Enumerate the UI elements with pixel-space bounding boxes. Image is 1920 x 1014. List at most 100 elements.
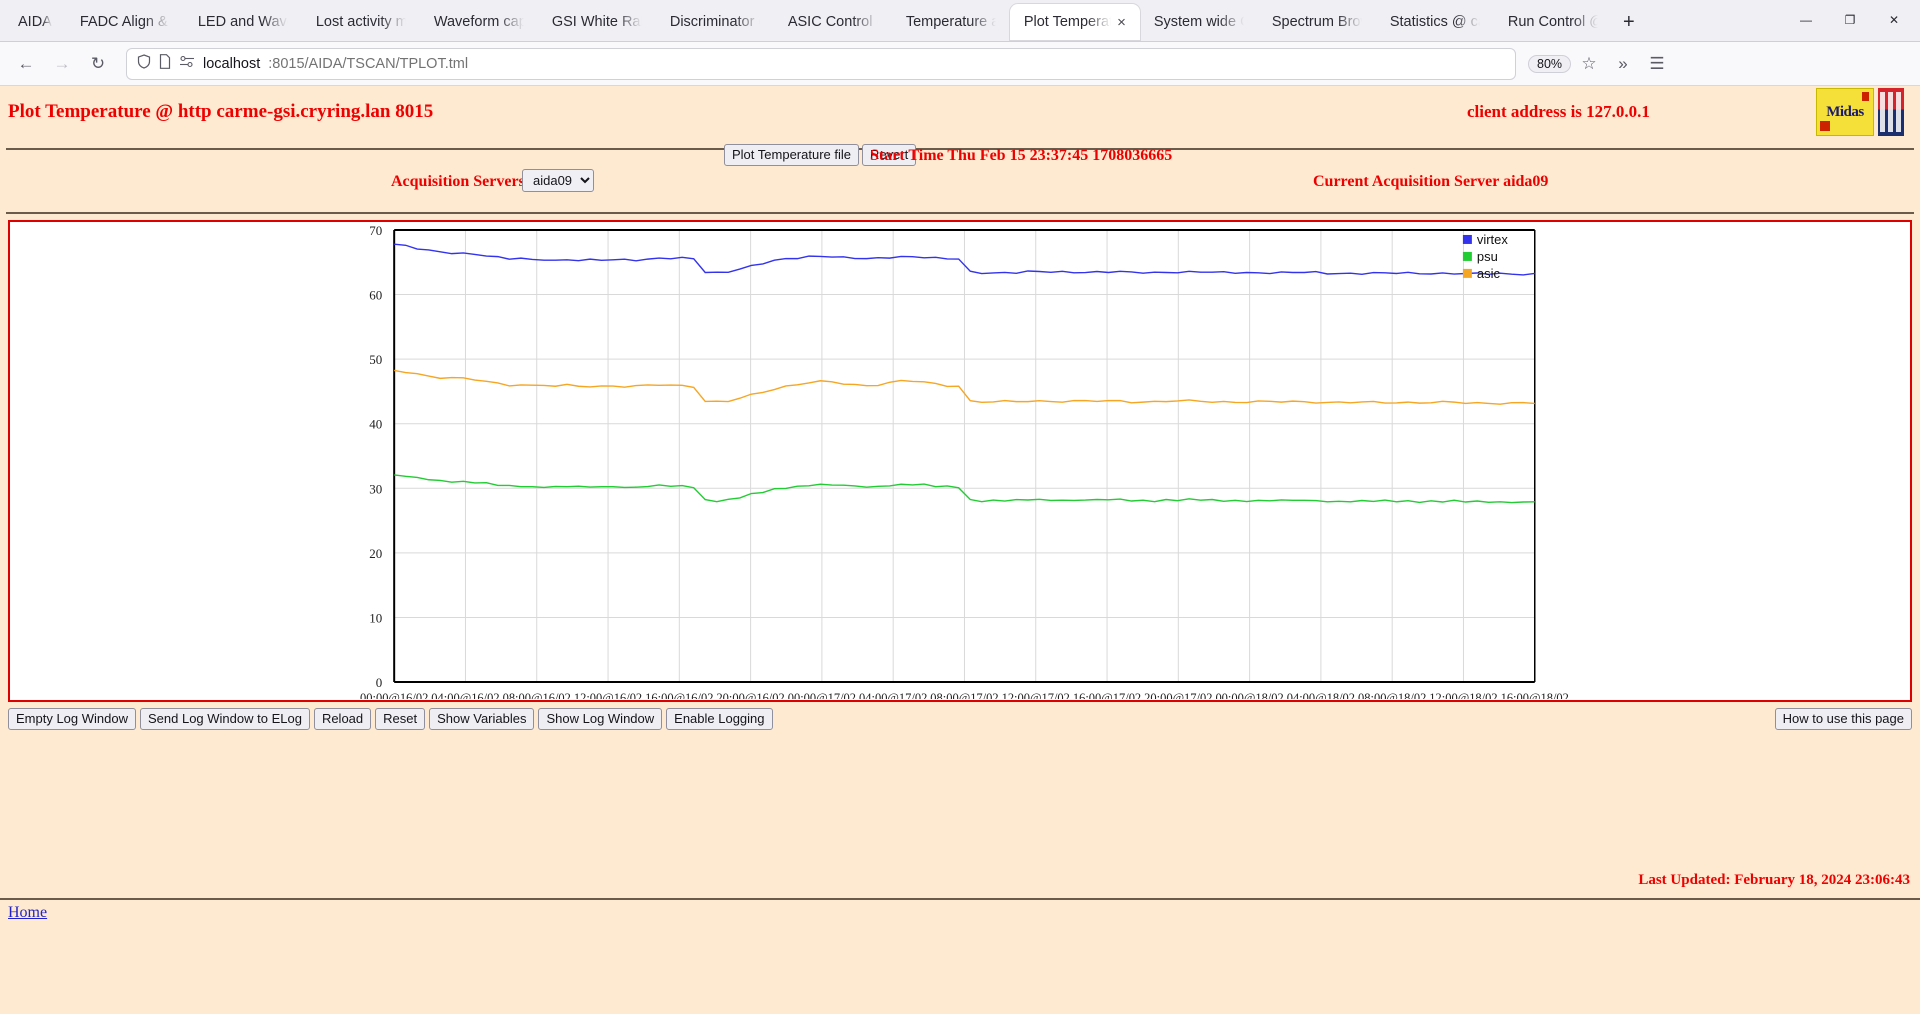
tab-label: ASIC Control @ [788,14,878,30]
x-axis-tick-label: 00:00@18/02 [1215,691,1283,699]
tab-label: Waveform captu [434,14,524,30]
home-link[interactable]: Home [8,904,47,922]
back-icon[interactable]: ← [10,48,42,80]
bookmark-star-icon[interactable]: ☆ [1573,48,1605,80]
current-acquisition-server-label: Current Acquisition Server aida09 [1313,173,1548,191]
midas-logo: Midas [1816,88,1874,136]
footer-divider [0,898,1920,900]
show-variables-button[interactable]: Show Variables [429,708,534,730]
plot-temperature-file-button[interactable]: Plot Temperature file [724,144,859,166]
app-menu-icon[interactable]: ☰ [1641,48,1673,80]
tab-label: System wide Ch [1154,14,1244,30]
last-updated-label: Last Updated: February 18, 2024 23:06:43 [1638,872,1910,889]
url-path: :8015/AIDA/TSCAN/TPLOT.tml [268,56,468,72]
temperature-plot-container: 01020304050607000:00@16/0204:00@16/0208:… [8,220,1912,702]
x-axis-tick-label: 04:00@18/02 [1287,691,1355,699]
browser-tab-active[interactable]: Plot Temperat × [1010,4,1140,40]
help-button-wrap: How to use this page [1775,708,1912,730]
logo-group: Midas [1816,88,1904,136]
reset-button[interactable]: Reset [375,708,425,730]
tab-label: Lost activity mo [316,14,406,30]
reload-button[interactable]: Reload [314,708,371,730]
how-to-use-this-page-button[interactable]: How to use this page [1775,708,1912,730]
y-axis-tick-label: 50 [369,352,382,367]
tab-label: GSI White Rabb [552,14,642,30]
x-axis-tick-label: 04:00@17/02 [859,691,927,699]
browser-tab[interactable]: Statistics @ car [1376,4,1494,40]
acquisition-server-select[interactable]: aida09 [522,169,594,192]
maximize-button[interactable]: ❐ [1828,3,1872,37]
permissions-icon[interactable] [179,55,195,72]
close-tab-icon[interactable]: × [1117,15,1126,30]
controls-row: Plot Temperature file Revert Start Time … [0,150,1920,212]
controls-divider [6,212,1914,214]
minimize-button[interactable]: — [1784,3,1828,37]
midas-logo-text: Midas [1826,104,1864,121]
y-axis-tick-label: 40 [369,417,382,432]
new-tab-button[interactable]: + [1612,5,1646,39]
x-axis-tick-label: 08:00@17/02 [930,691,998,699]
url-host: localhost [203,56,260,72]
browser-tab[interactable]: Waveform captu [420,4,538,40]
gsi-logo-bar-3 [1896,92,1901,132]
browser-tab[interactable]: System wide Ch [1140,4,1258,40]
x-axis-tick-label: 16:00@16/02 [645,691,713,699]
tab-label: Discriminator co [670,14,760,30]
x-axis-tick-label: 16:00@18/02 [1501,691,1569,699]
gsi-logo-bar-1 [1880,92,1885,132]
window-controls: — ❐ ✕ [1784,0,1920,41]
x-axis-tick-label: 16:00@17/02 [1073,691,1141,699]
x-axis-tick-label: 12:00@17/02 [1002,691,1070,699]
legend-label: psu [1477,249,1498,264]
browser-tab[interactable]: Spectrum Brow [1258,4,1376,40]
x-axis-tick-label: 20:00@17/02 [1144,691,1212,699]
tab-label: Statistics @ car [1390,14,1480,30]
browser-tab[interactable]: Discriminator co [656,4,774,40]
browser-tab[interactable]: Lost activity mo [302,4,420,40]
tab-label: FADC Align & C [80,14,170,30]
y-axis-tick-label: 60 [369,288,382,303]
show-log-window-button[interactable]: Show Log Window [538,708,662,730]
tab-label: Plot Temperat [1024,14,1111,30]
empty-log-window-button[interactable]: Empty Log Window [8,708,136,730]
toolbar-right: 80% ☆ » ☰ [1528,48,1673,80]
browser-tab[interactable]: AIDA [0,4,66,40]
client-address-label: client address is 127.0.0.1 [1467,102,1650,122]
tab-label: Spectrum Brow [1272,14,1362,30]
enable-logging-button[interactable]: Enable Logging [666,708,772,730]
browser-tab[interactable]: ASIC Control @ [774,4,892,40]
forward-icon[interactable]: → [46,48,78,80]
browser-tab[interactable]: LED and Wavef [184,4,302,40]
browser-tab[interactable]: FADC Align & C [66,4,184,40]
x-axis-tick-label: 20:00@16/02 [716,691,784,699]
acquisition-servers-label: Acquisition Servers [391,173,525,191]
browser-tab[interactable]: GSI White Rabb [538,4,656,40]
x-axis-tick-label: 00:00@16/02 [360,691,428,699]
close-window-button[interactable]: ✕ [1872,3,1916,37]
zoom-level-button[interactable]: 80% [1528,55,1571,73]
x-axis-tick-label: 04:00@16/02 [431,691,499,699]
midas-logo-mark [1820,121,1830,131]
browser-tab[interactable]: Temperature an [892,4,1010,40]
temperature-chart[interactable]: 01020304050607000:00@16/0204:00@16/0208:… [10,222,1910,699]
y-axis-tick-label: 70 [369,223,382,238]
tab-label: Run Control @ c [1508,14,1598,30]
page-icon [159,54,171,73]
browser-tab[interactable]: Run Control @ c [1494,4,1612,40]
legend-label: virtex [1477,232,1509,247]
browser-window: AIDA FADC Align & C LED and Wavef Lost a… [0,0,1920,1014]
x-axis-tick-label: 12:00@18/02 [1429,691,1497,699]
shield-icon [137,54,151,73]
midas-logo-mark-2 [1862,92,1869,101]
overflow-menu-icon[interactable]: » [1607,48,1639,80]
y-axis-tick-label: 20 [369,546,382,561]
x-axis-tick-label: 08:00@18/02 [1358,691,1426,699]
page-content: Plot Temperature @ http carme-gsi.cryrin… [0,86,1920,1014]
legend-label: asic [1477,266,1501,281]
gsi-logo [1878,88,1904,136]
send-log-window-to-elog-button[interactable]: Send Log Window to ELog [140,708,310,730]
page-title: Plot Temperature @ http carme-gsi.cryrin… [8,101,433,123]
url-bar[interactable]: localhost :8015/AIDA/TSCAN/TPLOT.tml [126,48,1516,80]
y-axis-tick-label: 10 [369,610,382,625]
reload-icon[interactable]: ↻ [82,48,114,80]
